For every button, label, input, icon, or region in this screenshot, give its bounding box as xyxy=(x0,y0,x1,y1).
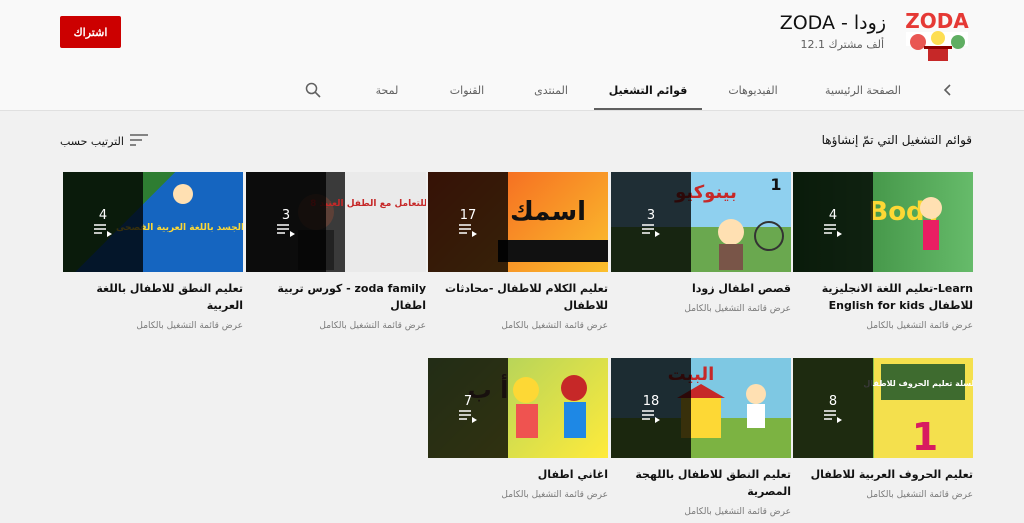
playlist-thumbnail[interactable]: أ ب 7 xyxy=(428,358,608,458)
logo-text: ZODA xyxy=(905,9,969,33)
view-full-playlist-link[interactable]: عرض قائمة التشغيل بالكامل xyxy=(428,321,608,331)
playlist-title[interactable]: قصص اطفال زودا xyxy=(611,280,791,297)
view-full-playlist-link[interactable]: عرض قائمة التشغيل بالكامل xyxy=(428,490,608,500)
view-full-playlist-link[interactable]: عرض قائمة التشغيل بالكامل xyxy=(611,507,791,517)
tab-home[interactable]: الصفحة الرئيسية xyxy=(818,72,908,108)
channel-tabs: الصفحة الرئيسية الفيديوهات قوائم التشغيل… xyxy=(0,72,1024,110)
playlist-title[interactable]: zoda family - كورس تربية اطفال xyxy=(246,280,426,314)
tab-channels[interactable]: القنوات xyxy=(438,72,496,108)
tab-community[interactable]: المنتدى xyxy=(522,72,580,108)
video-count: 3 xyxy=(281,207,291,223)
view-full-playlist-link[interactable]: عرض قائمة التشغيل بالكامل xyxy=(246,321,426,331)
playlist-title[interactable]: تعليم الحروف العربية للاطفال xyxy=(793,466,973,483)
svg-text:1: 1 xyxy=(912,415,938,458)
playlist-overlay: 3 xyxy=(611,172,691,272)
playlist-card[interactable]: البيت 18 تعليم النطق للاطفال باللهجة الم… xyxy=(611,358,791,517)
playlist-thumbnail[interactable]: 8 نصائح للتعامل مع الطفل العنيد 3 xyxy=(246,172,426,272)
chevron-left-icon[interactable] xyxy=(936,72,960,108)
playlist-overlay: 17 xyxy=(428,172,508,272)
view-full-playlist-link[interactable]: عرض قائمة التشغيل بالكامل xyxy=(63,321,243,331)
playlist-card[interactable]: أ ب 7 اغاني اطفال عرض قائمة التشغيل بالك… xyxy=(428,358,608,500)
playlist-overlay: 8 xyxy=(793,358,873,458)
thumbnail-text: سلسلة تعليم الحروف للاطفال xyxy=(863,379,973,388)
subscribe-button[interactable]: اشتراك xyxy=(60,16,121,48)
playlist-overlay: 7 xyxy=(428,358,508,458)
video-count: 8 xyxy=(828,393,838,409)
view-full-playlist-link[interactable]: عرض قائمة التشغيل بالكامل xyxy=(611,304,791,314)
playlist-icon xyxy=(642,409,660,423)
playlist-overlay: 4 xyxy=(63,172,143,272)
channel-avatar[interactable]: ZODA xyxy=(902,8,972,64)
playlist-title[interactable]: Learn-تعليم اللغة الانجليزية للاطفال Eng… xyxy=(793,280,973,314)
video-count: 18 xyxy=(642,393,660,409)
video-count: 3 xyxy=(646,207,656,223)
search-icon[interactable] xyxy=(300,72,326,108)
playlist-thumbnail[interactable]: اسمك 17 xyxy=(428,172,608,272)
playlist-thumbnail[interactable]: سلسلة تعليم الحروف للاطفال 1 8 xyxy=(793,358,973,458)
playlist-icon xyxy=(459,223,477,237)
playlist-icon xyxy=(277,223,295,237)
subscriber-count: 12.1 ألف مشترك xyxy=(800,38,884,51)
playlist-icon xyxy=(824,409,842,423)
video-count: 4 xyxy=(98,207,108,223)
thumbnail-text: 8 نصائح للتعامل مع الطفل العنيد xyxy=(310,199,426,209)
playlist-icon xyxy=(459,409,477,423)
playlist-thumbnail[interactable]: بينوكيو 1 3 xyxy=(611,172,791,272)
playlist-card[interactable]: اجزاء الجسد باللغة العربية الفصحى 4 تعلي… xyxy=(63,172,243,331)
playlist-card[interactable]: سلسلة تعليم الحروف للاطفال 1 8 تعليم الح… xyxy=(793,358,973,500)
view-full-playlist-link[interactable]: عرض قائمة التشغيل بالكامل xyxy=(793,490,973,500)
playlist-overlay: 3 xyxy=(246,172,326,272)
playlist-card[interactable]: 8 نصائح للتعامل مع الطفل العنيد 3 zoda f… xyxy=(246,172,426,331)
playlist-card[interactable]: Body 4 Learn-تعليم اللغة الانجليزية للاط… xyxy=(793,172,973,331)
video-count: 4 xyxy=(828,207,838,223)
playlist-card[interactable]: اسمك 17 تعليم الكلام للاطفال -محادثات لل… xyxy=(428,172,608,331)
section-title: قوائم التشغيل التي تمّ إنشاؤها xyxy=(821,133,972,147)
playlist-overlay: 4 xyxy=(793,172,873,272)
thumbnail-text: اسمك xyxy=(510,197,586,227)
playlist-title[interactable]: تعليم النطق للاطفال باللهجة المصرية xyxy=(611,466,791,500)
playlist-title[interactable]: تعليم النطق للاطفال باللغة العربية xyxy=(63,280,243,314)
sort-button[interactable]: الترتيب حسب xyxy=(60,133,148,150)
svg-text:1: 1 xyxy=(770,175,781,194)
playlist-overlay: 18 xyxy=(611,358,691,458)
playlist-thumbnail[interactable]: اجزاء الجسد باللغة العربية الفصحى 4 xyxy=(63,172,243,272)
channel-header: اشتراك ZODA ZODA - زودا 12.1 ألف مشترك ا… xyxy=(0,0,1024,111)
tab-playlists[interactable]: قوائم التشغيل xyxy=(594,72,702,110)
sort-icon xyxy=(129,133,148,150)
playlist-title[interactable]: اغاني اطفال xyxy=(428,466,608,483)
playlist-thumbnail[interactable]: البيت 18 xyxy=(611,358,791,458)
video-count: 17 xyxy=(459,207,477,223)
playlist-icon xyxy=(824,223,842,237)
tab-about[interactable]: لمحة xyxy=(358,72,416,108)
playlist-thumbnail[interactable]: Body 4 xyxy=(793,172,973,272)
sort-label: الترتيب حسب xyxy=(60,135,124,148)
playlist-icon xyxy=(642,223,660,237)
playlist-icon xyxy=(94,223,112,237)
video-count: 7 xyxy=(463,393,473,409)
playlist-title[interactable]: تعليم الكلام للاطفال -محادثات للاطفال xyxy=(428,280,608,314)
view-full-playlist-link[interactable]: عرض قائمة التشغيل بالكامل xyxy=(793,321,973,331)
playlist-card[interactable]: بينوكيو 1 3 قصص اطفال زودا عرض قائمة الت… xyxy=(611,172,791,314)
channel-name[interactable]: ZODA - زودا xyxy=(780,12,886,34)
tab-videos[interactable]: الفيديوهات xyxy=(718,72,788,108)
